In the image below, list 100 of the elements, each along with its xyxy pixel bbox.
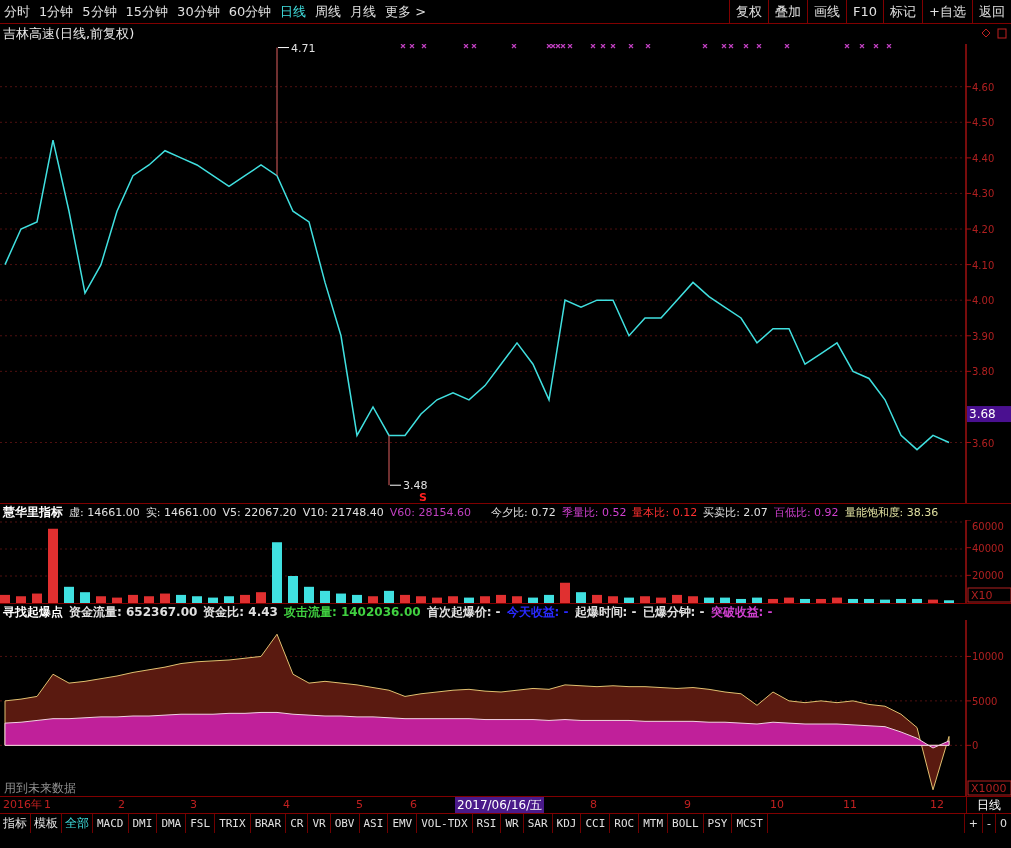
volume-bar bbox=[400, 594, 410, 603]
future-data-note: 用到未来数据 bbox=[4, 781, 76, 795]
period-label: 日线 bbox=[966, 797, 1011, 813]
indicator-value: V10: 21748.40 bbox=[302, 505, 384, 519]
indicator-value: 攻击流量: 1402036.00 bbox=[283, 603, 421, 621]
volume-bar bbox=[64, 586, 74, 603]
volume-bar bbox=[320, 590, 330, 603]
volume-bar bbox=[560, 582, 570, 603]
volume-bar bbox=[480, 596, 490, 603]
volume-bar bbox=[96, 596, 106, 603]
axis-label: 3.90 bbox=[972, 330, 995, 342]
date-label: 9 bbox=[684, 797, 691, 813]
indicator-name: 寻找起爆点 bbox=[3, 603, 63, 621]
period-tab[interactable]: 周线 bbox=[315, 2, 342, 21]
axis-label: 4.30 bbox=[972, 188, 995, 200]
date-label: 1 bbox=[44, 797, 51, 813]
axis-label: 4.60 bbox=[972, 81, 995, 93]
axis-label: 10000 bbox=[972, 651, 1004, 663]
volume-bar bbox=[496, 594, 506, 603]
volume-bar bbox=[672, 594, 682, 603]
volume-bar bbox=[352, 594, 362, 603]
volume-bar bbox=[368, 596, 378, 603]
indicator-value: 资金比: 4.43 bbox=[203, 603, 278, 621]
indicator-value: 买卖比: 2.07 bbox=[703, 504, 768, 520]
axis-label: 4.00 bbox=[972, 295, 995, 307]
indicator-value: 季量比: 0.52 bbox=[561, 504, 627, 520]
volume-bar bbox=[544, 594, 554, 603]
volume-bar bbox=[464, 597, 474, 603]
chart-title: 吉林高速(日线,前复权) bbox=[3, 25, 135, 43]
indicator-tab[interactable]: 指标 bbox=[0, 814, 31, 833]
axis-label: 3.60 bbox=[972, 437, 995, 449]
volume-bar bbox=[784, 597, 794, 603]
volume-bar bbox=[0, 594, 10, 603]
indicator-value: 今夕比: 0.72 bbox=[491, 504, 556, 520]
volume-bar bbox=[752, 597, 762, 603]
volume-bar bbox=[928, 599, 938, 603]
volume-bar bbox=[896, 598, 906, 603]
volume-bar bbox=[80, 592, 90, 603]
volume-bar bbox=[384, 590, 394, 603]
period-tab[interactable]: 更多 > bbox=[385, 2, 427, 21]
axis-label: 40000 bbox=[972, 542, 1004, 554]
indicator-tab[interactable]: 全部 bbox=[62, 814, 93, 833]
window-icon[interactable] bbox=[997, 28, 1007, 39]
period-tab[interactable]: 1分钟 bbox=[39, 2, 74, 21]
axis-label: 4.20 bbox=[972, 224, 995, 235]
period-tab[interactable]: 月线 bbox=[350, 2, 377, 21]
period-tab[interactable]: 30分钟 bbox=[177, 2, 220, 21]
volume-bar bbox=[128, 594, 138, 603]
date-label: 11 bbox=[843, 797, 857, 813]
volume-bar bbox=[304, 586, 314, 603]
date-label: 5 bbox=[356, 797, 363, 813]
volume-bar bbox=[432, 597, 442, 603]
volume-bar bbox=[880, 599, 890, 603]
indicator-value: 今天收益: - bbox=[506, 603, 569, 621]
axis-label: 4.50 bbox=[972, 117, 995, 129]
volume-bar bbox=[176, 594, 186, 603]
volume-bar bbox=[512, 596, 522, 603]
volume-bar bbox=[800, 598, 810, 603]
axis-label: 20000 bbox=[972, 570, 1004, 582]
volume-bar bbox=[416, 596, 426, 603]
indicator-value: 虚: 14661.00 bbox=[69, 504, 140, 520]
date-label: 3 bbox=[190, 797, 197, 813]
volume-bar bbox=[336, 593, 346, 603]
period-tab[interactable]: 60分钟 bbox=[228, 2, 272, 21]
price-annotation: 3.48 bbox=[403, 479, 428, 493]
volume-bar bbox=[16, 596, 26, 603]
volume-bar bbox=[736, 598, 746, 603]
volume-bar bbox=[240, 594, 250, 603]
cursor-date: 2017/06/16/五 bbox=[455, 797, 545, 813]
period-tab[interactable]: 15分钟 bbox=[125, 2, 169, 21]
date-label: 4 bbox=[283, 797, 290, 813]
volume-bar bbox=[224, 596, 234, 603]
indicator-value: V60: 28154.60 bbox=[389, 505, 472, 519]
period-tab[interactable]: 日线 bbox=[280, 2, 307, 21]
volume-bar bbox=[592, 594, 602, 603]
volume-bar bbox=[720, 597, 730, 603]
indicator-value: 资金流量: 652367.00 bbox=[69, 603, 198, 621]
indicator-value: 量能饱和度: 38.36 bbox=[844, 504, 939, 520]
volume-bar bbox=[864, 598, 874, 603]
date-label: 2 bbox=[118, 797, 125, 813]
volume-bar bbox=[160, 593, 170, 603]
indicator-value: 量本比: 0.12 bbox=[632, 504, 698, 520]
indicator-name: 慧华里指标 bbox=[3, 503, 63, 521]
date-label: 2016年 bbox=[3, 797, 42, 813]
volume-bar bbox=[256, 592, 266, 603]
indicator-value: V5: 22067.20 bbox=[222, 505, 297, 519]
volume-bar bbox=[144, 596, 154, 603]
axis-label: 3.80 bbox=[972, 366, 995, 378]
indicator-value: 已爆分钟: - bbox=[642, 603, 705, 621]
period-tab[interactable]: 分时 bbox=[4, 2, 30, 21]
volume-bar bbox=[288, 576, 298, 603]
diamond-icon[interactable] bbox=[981, 28, 991, 38]
volume-bar bbox=[192, 596, 202, 603]
date-label: 12 bbox=[930, 797, 944, 813]
volume-bar bbox=[624, 597, 634, 603]
period-tab[interactable]: 5分钟 bbox=[82, 2, 117, 21]
indicator-tab[interactable]: 模板 bbox=[31, 814, 62, 833]
axis-label: 4.40 bbox=[972, 152, 995, 164]
volume-bar bbox=[848, 598, 858, 603]
current-price-tag: 3.68 bbox=[967, 406, 1011, 423]
